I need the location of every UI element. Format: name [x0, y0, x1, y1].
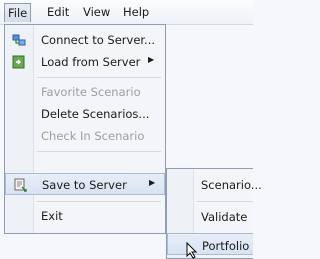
menu-separator — [37, 201, 161, 202]
menu-edit[interactable]: Edit — [43, 4, 73, 20]
menu-bar: File Edit View Help — [0, 0, 253, 25]
menu-item-label: Scenario... — [201, 178, 262, 192]
menu-item-favorite-scenario[interactable]: Favorite Scenario — [5, 81, 165, 103]
menu-item-label: Portfolio — [202, 239, 250, 253]
menu-item-label: Save to Server — [42, 178, 127, 192]
menu-item-label: Favorite Scenario — [41, 85, 141, 99]
server-connect-icon — [12, 34, 26, 46]
submenu-arrow-icon: ▶ — [149, 178, 156, 187]
menu-item-check-in-scenario[interactable]: Check In Scenario — [5, 125, 165, 147]
menu-item-delete-scenarios[interactable]: Delete Scenarios... — [5, 103, 165, 125]
save-to-server-submenu: Scenario... Validate Portfolio — [166, 168, 262, 259]
menu-item-load-from-server[interactable]: Load from Server ▶ — [5, 51, 165, 73]
menu-file[interactable]: File — [4, 3, 32, 22]
menu-item-label: Connect to Server... — [41, 33, 156, 47]
menu-item-label: Load from Server — [41, 55, 141, 69]
menu-item-label: Exit — [41, 209, 63, 223]
menu-help[interactable]: Help — [119, 4, 153, 20]
submenu-item-scenario[interactable]: Scenario... — [167, 173, 262, 195]
mouse-cursor-icon — [186, 242, 198, 259]
menu-item-label: Validate — [201, 210, 248, 224]
submenu-item-portfolio[interactable]: Portfolio — [167, 233, 253, 255]
menu-item-label: Check In Scenario — [41, 129, 145, 143]
menu-item-connect-to-server[interactable]: Connect to Server... — [5, 29, 165, 51]
load-from-server-icon — [12, 55, 25, 69]
menu-separator — [37, 151, 161, 152]
menu-item-label: Delete Scenarios... — [41, 107, 150, 121]
submenu-arrow-icon: ▶ — [148, 55, 155, 64]
save-to-server-icon — [14, 178, 27, 192]
submenu-item-validate[interactable]: Validate — [167, 205, 253, 227]
menu-separator — [197, 201, 253, 202]
menu-item-exit[interactable]: Exit — [5, 205, 165, 227]
menu-view[interactable]: View — [79, 4, 114, 20]
file-menu-dropdown: Connect to Server... Load from Server ▶ … — [4, 24, 166, 234]
menu-separator — [37, 77, 161, 78]
menu-item-save-to-server[interactable]: Save to Server ▶ — [5, 173, 165, 195]
